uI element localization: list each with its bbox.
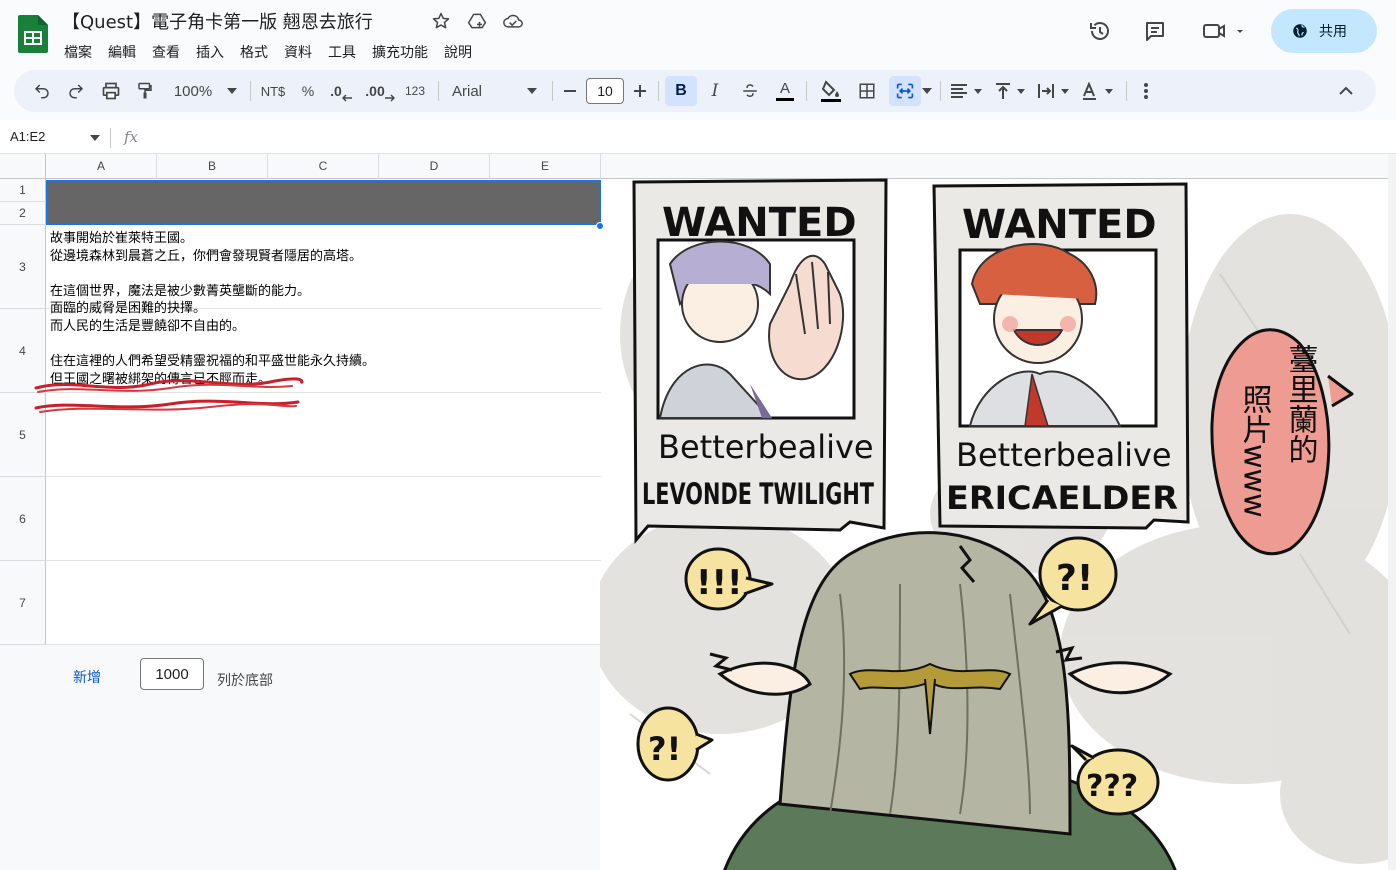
horizontal-align-icon[interactable] xyxy=(948,70,988,112)
row-header-6[interactable]: 6 xyxy=(0,477,46,561)
wanted-poster-right: WANTED Betterbealive ERICAELDER xyxy=(932,182,1190,530)
menu-view[interactable]: 查看 xyxy=(152,42,180,62)
right-name-text: ERICAELDER xyxy=(946,479,1178,517)
decrease-decimal-button[interactable]: .0 xyxy=(328,70,354,112)
speech-right-line1: 薹里蘭的 xyxy=(1283,344,1318,464)
text-color-swatch xyxy=(776,98,794,101)
document-title[interactable]: 【Quest】電子角卡第一版 翹恩去旅行 xyxy=(62,8,373,34)
print-icon[interactable] xyxy=(99,70,123,112)
menu-format[interactable]: 格式 xyxy=(240,42,268,62)
left-name-text: LEVONDE TWILIGHT xyxy=(642,477,874,511)
percent-format-button[interactable]: % xyxy=(298,70,318,112)
more-options-icon[interactable] xyxy=(1136,70,1156,112)
column-header-a[interactable]: A xyxy=(46,154,157,179)
bubble-4-text: ??? xyxy=(1086,769,1138,804)
row-header-3[interactable]: 3 xyxy=(0,225,46,309)
menu-insert[interactable]: 插入 xyxy=(196,42,224,62)
decrease-decimal-label: .0 xyxy=(330,83,342,99)
row-header-1[interactable]: 1 xyxy=(0,179,46,202)
add-rows-button[interactable]: 新增 xyxy=(73,667,101,687)
font-size-input[interactable]: 10 xyxy=(586,78,624,104)
column-header-d[interactable]: D xyxy=(379,154,490,179)
red-scribble-underline xyxy=(34,377,304,413)
move-to-drive-icon[interactable] xyxy=(466,10,488,32)
row-header-7[interactable]: 7 xyxy=(0,561,46,645)
decrease-font-size-icon[interactable] xyxy=(560,70,580,112)
italic-button[interactable]: I xyxy=(702,70,728,112)
more-formats-button[interactable]: 123 xyxy=(402,70,428,112)
collapse-toolbar-icon[interactable] xyxy=(1334,70,1358,112)
star-icon[interactable] xyxy=(430,10,452,32)
version-history-icon[interactable] xyxy=(1080,11,1120,51)
bubble-3-text: ?! xyxy=(648,730,681,768)
text-rotation-icon[interactable] xyxy=(1080,70,1118,112)
font-family-select[interactable]: Arial xyxy=(452,70,522,112)
fx-icon: fx xyxy=(124,128,139,146)
sheet-grid[interactable]: A B C D E 1 2 3 4 5 6 7 故事開始於崔萊特王國。 從邊境森… xyxy=(0,154,1396,870)
illustration: WANTED Betterbealive LEVONDE TWILIGHT WA… xyxy=(600,178,1396,870)
title-bar: 【Quest】電子角卡第一版 翹恩去旅行 檔案 編輯 查看 插入 格式 資料 工… xyxy=(0,0,1396,68)
select-all-corner[interactable] xyxy=(0,154,46,179)
chevron-down-icon[interactable] xyxy=(90,135,100,141)
arrow-left-icon xyxy=(341,94,352,102)
speech-right-line2: 照片www xyxy=(1237,384,1272,518)
arrow-right-icon xyxy=(384,94,395,102)
menu-data[interactable]: 資料 xyxy=(284,42,312,62)
add-rows-suffix: 列於底部 xyxy=(217,673,273,689)
meet-icon[interactable] xyxy=(1195,11,1251,51)
toolbar: 100% NT$ % .0 .00 123 Arial 10 B I A xyxy=(14,70,1376,112)
redo-icon[interactable] xyxy=(64,70,88,112)
title-icons xyxy=(430,10,524,32)
menu-bar: 檔案 編輯 查看 插入 格式 資料 工具 擴充功能 說明 xyxy=(64,42,488,62)
column-header-c[interactable]: C xyxy=(268,154,379,179)
menu-help[interactable]: 說明 xyxy=(444,42,472,62)
vertical-align-icon[interactable] xyxy=(994,70,1030,112)
right-wanted-text: WANTED xyxy=(962,202,1157,248)
text-color-letter: A xyxy=(779,80,790,97)
share-label: 共用 xyxy=(1319,24,1347,40)
paint-format-icon[interactable] xyxy=(133,70,157,112)
vertical-scrollbar[interactable] xyxy=(1388,154,1396,870)
bubble-1-text: !!! xyxy=(696,563,743,603)
row-header-2[interactable]: 2 xyxy=(0,202,46,225)
chevron-down-icon[interactable] xyxy=(224,70,240,112)
borders-icon[interactable] xyxy=(854,70,880,112)
increase-decimal-label: .00 xyxy=(365,83,385,99)
chevron-down-icon[interactable] xyxy=(920,70,934,112)
chevron-down-icon[interactable] xyxy=(524,70,540,112)
strikethrough-icon[interactable] xyxy=(738,70,762,112)
merge-cells-icon[interactable] xyxy=(891,70,919,112)
merged-cell-a1-e2[interactable] xyxy=(46,180,601,225)
menu-extensions[interactable]: 擴充功能 xyxy=(372,42,428,62)
globe-icon xyxy=(1293,24,1307,38)
comments-icon[interactable] xyxy=(1135,11,1175,51)
add-rows-count-input[interactable]: 1000 xyxy=(140,658,204,690)
fill-color-icon[interactable] xyxy=(816,70,846,112)
left-tagline-text: Betterbealive xyxy=(658,428,874,466)
share-button[interactable]: 共用 xyxy=(1271,9,1377,53)
currency-format-button[interactable]: NT$ xyxy=(258,70,288,112)
sheets-logo-icon[interactable] xyxy=(18,15,48,53)
column-header-e[interactable]: E xyxy=(490,154,601,179)
menu-tools[interactable]: 工具 xyxy=(328,42,356,62)
undo-icon[interactable] xyxy=(30,70,54,112)
text-color-button[interactable]: A xyxy=(772,70,798,112)
right-tagline-text: Betterbealive xyxy=(956,436,1172,474)
zoom-select[interactable]: 100% xyxy=(170,70,216,112)
story-text-cell[interactable]: 故事開始於崔萊特王國。 從邊境森林到晨蒼之丘，你們會發現賢者隱居的高塔。 在這個… xyxy=(50,230,375,388)
column-header-b[interactable]: B xyxy=(157,154,268,179)
wanted-poster-left: WANTED Betterbealive LEVONDE TWILIGHT xyxy=(632,178,888,545)
bubble-2-text: ?! xyxy=(1056,558,1093,599)
menu-file[interactable]: 檔案 xyxy=(64,42,92,62)
menu-edit[interactable]: 編輯 xyxy=(108,42,136,62)
zoom-value: 100% xyxy=(173,82,213,100)
increase-decimal-button[interactable]: .00 xyxy=(364,70,396,112)
text-wrapping-icon[interactable] xyxy=(1036,70,1074,112)
bold-button[interactable]: B xyxy=(665,70,697,112)
increase-font-size-icon[interactable] xyxy=(630,70,650,112)
cloud-saved-icon[interactable] xyxy=(502,10,524,32)
formula-bar: A1:E2 fx xyxy=(0,120,1396,154)
name-box[interactable]: A1:E2 xyxy=(10,129,45,144)
